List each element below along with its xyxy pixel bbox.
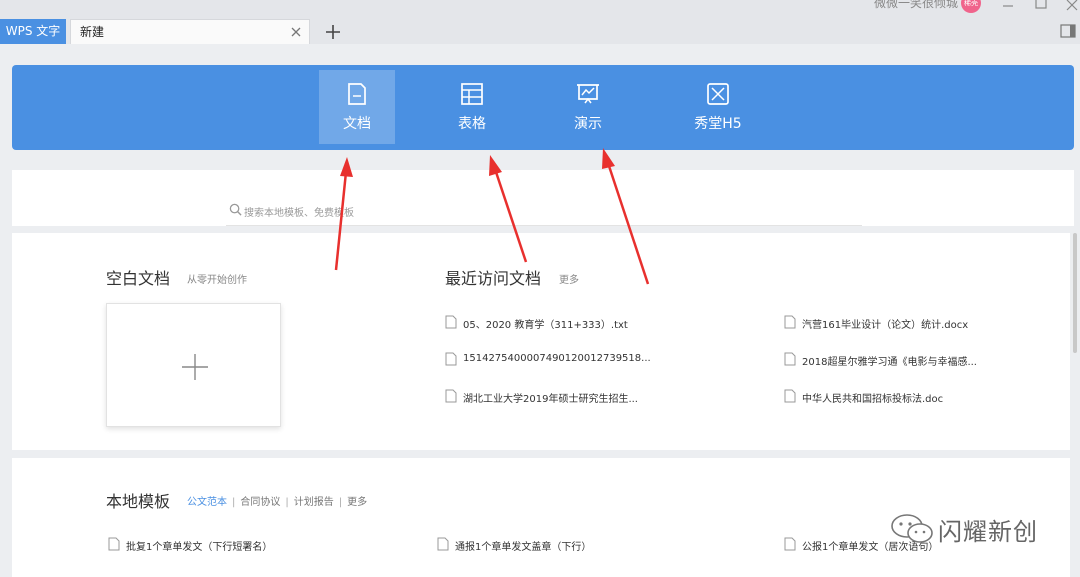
tab-official-docs[interactable]: 公文范本 [187, 497, 227, 508]
file-icon [437, 537, 449, 551]
user-badge[interactable]: 稀壳 [961, 0, 981, 13]
blank-document-title: 空白文档 [106, 269, 171, 288]
recent-file-name: 2018超星尔雅学习通《电影与幸福感... [802, 357, 977, 368]
nav-document[interactable]: 文档 [319, 70, 395, 144]
search-panel: 搜索本地模板、免费模板 [12, 170, 1074, 226]
file-icon [108, 537, 120, 551]
template-category-tabs: 公文范本 | 合同协议 | 计划报告 | 更多 [187, 497, 368, 508]
recent-file-name: 湖北工业大学2019年硕士研究生招生... [463, 394, 638, 405]
local-templates-title: 本地模板 [106, 492, 171, 511]
new-document-panel: 空白文档 从零开始创作 最近访问文档 更多 05、2020 教育学（311+33… [12, 233, 1070, 450]
wechat-icon [891, 514, 933, 543]
recent-more-link[interactable]: 更多 [559, 271, 579, 286]
search-icon [229, 203, 242, 216]
tab-wps-writer[interactable]: WPS 文字 [0, 19, 66, 44]
sidebar-toggle-icon[interactable] [1060, 24, 1076, 38]
tab-more[interactable]: 更多 [347, 497, 367, 508]
recent-file-name: 1514275400007490120012739518... [463, 353, 651, 364]
document-icon [348, 83, 366, 105]
recent-file-name: 05、2020 教育学（311+333）.txt [463, 320, 628, 331]
minimize-icon[interactable] [1000, 0, 1016, 14]
nav-document-label: 文档 [343, 116, 371, 132]
blank-document-card[interactable] [106, 303, 281, 427]
file-icon [445, 352, 457, 366]
plus-icon [182, 354, 208, 380]
file-icon [784, 352, 796, 366]
h5-icon [707, 83, 729, 105]
recent-documents-title: 最近访问文档 [445, 269, 542, 288]
title-bar: WPS 文字 新建 微微一笑很倾城 稀壳 [0, 0, 1080, 44]
tab-contracts[interactable]: 合同协议 [240, 497, 280, 508]
nav-h5-label: 秀堂H5 [694, 116, 742, 132]
file-icon [445, 315, 457, 329]
nav-presentation-label: 演示 [574, 116, 602, 132]
tab-new-label: 新建 [80, 25, 105, 39]
close-window-icon[interactable] [1064, 0, 1080, 14]
search-placeholder: 搜索本地模板、免费模板 [244, 208, 354, 219]
recent-file-name: 汽营161毕业设计（论文）统计.docx [802, 320, 969, 331]
user-name[interactable]: 微微一笑很倾城 [874, 0, 958, 11]
tab-new[interactable]: 新建 [70, 19, 310, 44]
tab-plans-reports[interactable]: 计划报告 [294, 497, 334, 508]
recent-file-name: 中华人民共和国招标投标法.doc [802, 394, 944, 405]
file-icon [445, 389, 457, 403]
maximize-icon[interactable] [1033, 0, 1049, 14]
template-name: 批复1个章单发文（下行短署名） [126, 542, 273, 553]
file-icon [784, 537, 796, 551]
nav-h5[interactable]: 秀堂H5 [680, 70, 756, 144]
file-icon [784, 389, 796, 403]
app-type-bar: 文档 表格 演示 秀堂H5 [12, 65, 1074, 150]
template-name: 通报1个章单发文盖章（下行） [455, 542, 592, 553]
nav-spreadsheet[interactable]: 表格 [434, 70, 510, 144]
blank-document-subtitle: 从零开始创作 [187, 275, 247, 286]
spreadsheet-icon [461, 83, 483, 105]
search-input[interactable]: 搜索本地模板、免费模板 [226, 200, 862, 226]
scrollbar[interactable] [1073, 233, 1077, 353]
close-icon[interactable] [289, 25, 303, 39]
new-tab-plus-icon[interactable] [322, 21, 344, 43]
watermark-text: 闪耀新创 [938, 518, 1038, 546]
nav-presentation[interactable]: 演示 [550, 70, 626, 144]
nav-spreadsheet-label: 表格 [458, 116, 486, 132]
presentation-icon [577, 84, 599, 104]
file-icon [784, 315, 796, 329]
watermark: 闪耀新创 [890, 510, 1060, 546]
